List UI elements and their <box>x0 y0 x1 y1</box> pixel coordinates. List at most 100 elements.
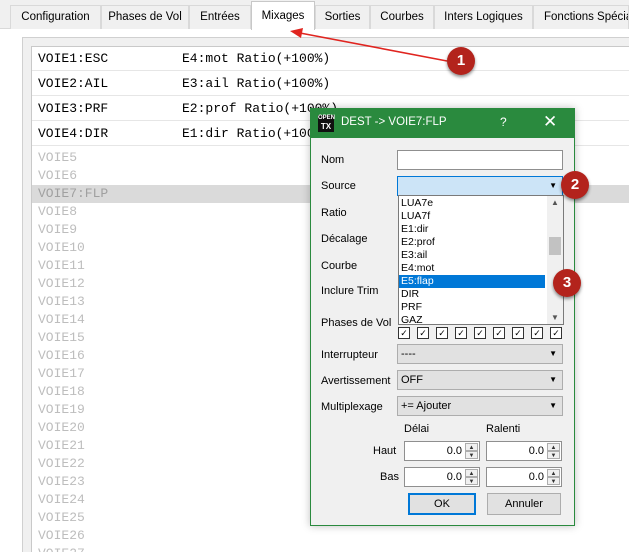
dropdown-option[interactable]: E1:dir <box>399 223 545 236</box>
spin-down-icon: ▼ <box>547 477 560 485</box>
tab-outputs[interactable]: Sorties <box>315 5 370 29</box>
tab-logical-switches[interactable]: Inters Logiques <box>434 5 533 29</box>
flight-mode-checkbox[interactable]: ✓ <box>531 327 543 339</box>
warning-label: Avertissement <box>321 375 391 387</box>
mix-line: E4:mot Ratio(+100%) <box>182 51 331 66</box>
channel-name: VOIE9 <box>38 222 78 237</box>
channel-name: VOIE22 <box>38 456 85 471</box>
dropdown-option[interactable]: LUA7f <box>399 210 545 223</box>
multiplex-label: Multiplexage <box>321 401 383 413</box>
switch-select[interactable]: ---- ▼ <box>397 344 563 364</box>
flight-mode-checkbox[interactable]: ✓ <box>436 327 448 339</box>
warning-select[interactable]: OFF ▼ <box>397 370 563 390</box>
curve-label: Courbe <box>321 260 358 272</box>
channel-name: VOIE11 <box>38 258 85 273</box>
channel-name: VOIE26 <box>38 528 85 543</box>
ratio-label: Ratio <box>321 207 347 219</box>
dropdown-option[interactable]: E2:prof <box>399 236 545 249</box>
source-label: Source <box>321 180 356 192</box>
channel-row[interactable]: VOIE1:ESC E4:mot Ratio(+100%) <box>32 47 629 71</box>
mix-line: E1:dir Ratio(+100%) <box>182 126 331 141</box>
channel-name: VOIE14 <box>38 312 85 327</box>
scroll-down-icon[interactable]: ▼ <box>551 313 559 322</box>
dropdown-option[interactable]: PRF <box>399 301 545 314</box>
cancel-button[interactable]: Annuler <box>487 493 561 515</box>
include-trim-label: Inclure Trim <box>321 285 379 297</box>
channel-name: VOIE24 <box>38 492 85 507</box>
flight-mode-checkbox[interactable]: ✓ <box>474 327 486 339</box>
offset-label: Décalage <box>321 233 368 245</box>
slow-down-spinbox[interactable]: 0.0 ▲ ▼ <box>486 467 562 487</box>
slow-header: Ralenti <box>486 423 521 435</box>
channel-row[interactable]: VOIE2:AIL E3:ail Ratio(+100%) <box>32 72 629 96</box>
opentx-logo-icon: OPEN TX <box>318 115 336 132</box>
dropdown-option-highlighted[interactable]: E5:flap <box>399 275 545 288</box>
channel-name: VOIE6 <box>38 168 78 183</box>
dropdown-scrollbar[interactable]: ▲ ▼ <box>547 196 563 324</box>
dropdown-option[interactable]: E3:ail <box>399 249 545 262</box>
slow-up-spinbox[interactable]: 0.0 ▲ ▼ <box>486 441 562 461</box>
ok-button[interactable]: OK <box>408 493 476 515</box>
spin-down-icon: ▼ <box>465 451 478 459</box>
flight-mode-checkbox[interactable]: ✓ <box>493 327 505 339</box>
close-button[interactable]: ✕ <box>543 112 559 132</box>
scroll-thumb[interactable] <box>549 237 561 255</box>
channel-name: VOIE16 <box>38 348 85 363</box>
name-input[interactable] <box>397 150 563 170</box>
tab-configuration[interactable]: Configuration <box>10 5 101 29</box>
tab-curves[interactable]: Courbes <box>370 5 434 29</box>
name-label: Nom <box>321 154 345 166</box>
channel-name: VOIE1:ESC <box>38 51 109 66</box>
channel-name: VOIE19 <box>38 402 85 417</box>
flight-mode-checkbox[interactable]: ✓ <box>398 327 410 339</box>
spin-down-icon: ▼ <box>547 451 560 459</box>
channel-name: VOIE15 <box>38 330 85 345</box>
tab-flight-modes[interactable]: Phases de Vol <box>101 5 189 29</box>
channel-row[interactable]: VOIE26 <box>32 527 629 545</box>
channel-name: VOIE27 <box>38 545 85 552</box>
channel-name: VOIE3:PRF <box>38 101 109 116</box>
channel-name: VOIE10 <box>38 240 85 255</box>
flight-mode-checkbox[interactable]: ✓ <box>455 327 467 339</box>
channel-name: VOIE8 <box>38 204 78 219</box>
delay-down-spinbox[interactable]: 0.0 ▲ ▼ <box>404 467 480 487</box>
switch-label: Interrupteur <box>321 349 378 361</box>
tab-inputs[interactable]: Entrées <box>189 5 251 29</box>
scroll-up-icon[interactable]: ▲ <box>551 198 559 207</box>
channel-name: VOIE23 <box>38 474 85 489</box>
spin-up-icon: ▲ <box>547 443 560 451</box>
dropdown-option[interactable]: E4:mot <box>399 262 545 275</box>
source-select[interactable]: ▼ <box>397 176 563 196</box>
flight-mode-checkbox[interactable]: ✓ <box>417 327 429 339</box>
multiplex-select[interactable]: += Ajouter ▼ <box>397 396 563 416</box>
channel-name: VOIE17 <box>38 366 85 381</box>
annotation-badge-2: 2 <box>561 171 589 199</box>
dropdown-option[interactable]: LUA7e <box>399 197 545 210</box>
channel-name: VOIE13 <box>38 294 85 309</box>
source-dropdown-list[interactable]: LUA7e LUA7f E1:dir E2:prof E3:ail E4:mot… <box>398 195 564 325</box>
annotation-badge-1: 1 <box>447 47 475 75</box>
down-label: Bas <box>380 471 399 483</box>
spin-up-icon: ▲ <box>465 469 478 477</box>
help-button[interactable]: ? <box>500 115 514 129</box>
spin-up-icon: ▲ <box>465 443 478 451</box>
channel-name: VOIE4:DIR <box>38 126 109 141</box>
dropdown-option[interactable]: GAZ <box>399 314 545 324</box>
chevron-down-icon: ▼ <box>549 401 557 410</box>
dialog-titlebar[interactable]: OPEN TX DEST -> VOIE7:FLP ? ✕ <box>311 109 574 138</box>
mix-line: E3:ail Ratio(+100%) <box>182 76 331 91</box>
flight-mode-checkbox[interactable]: ✓ <box>512 327 524 339</box>
delay-up-spinbox[interactable]: 0.0 ▲ ▼ <box>404 441 480 461</box>
annotation-badge-3: 3 <box>553 269 581 297</box>
channel-row[interactable]: VOIE27 <box>32 545 629 552</box>
dialog-title: DEST -> VOIE7:FLP <box>341 116 447 128</box>
chevron-down-icon: ▼ <box>549 375 557 384</box>
flight-mode-checkbox[interactable]: ✓ <box>550 327 562 339</box>
tab-mixes[interactable]: Mixages <box>251 1 315 30</box>
tab-special-functions[interactable]: Fonctions Spéciales <box>533 5 629 29</box>
mix-edit-dialog: OPEN TX DEST -> VOIE7:FLP ? ✕ Nom Source… <box>310 108 575 526</box>
dropdown-option[interactable]: DIR <box>399 288 545 301</box>
channel-name: VOIE25 <box>38 510 85 525</box>
channel-name: VOIE18 <box>38 384 85 399</box>
delay-header: Délai <box>404 423 430 435</box>
